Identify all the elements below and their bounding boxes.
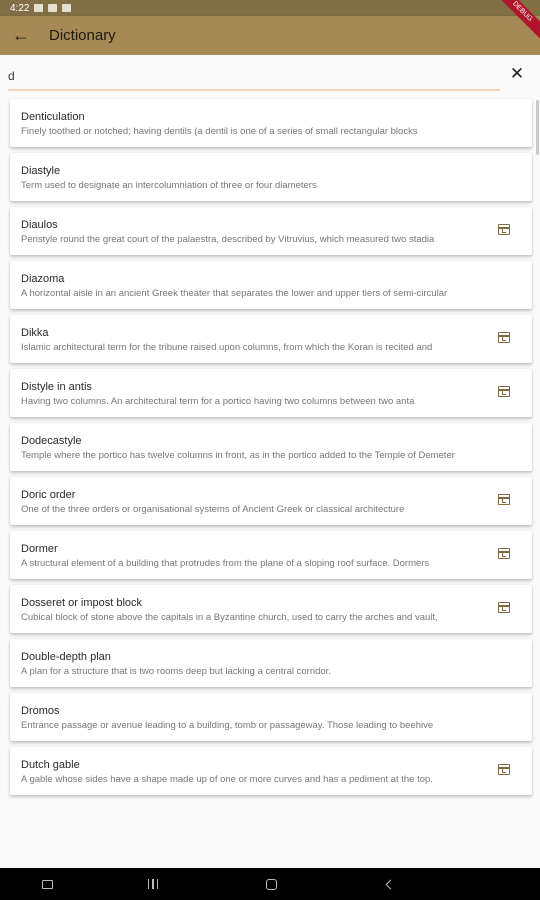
home-icon bbox=[265, 878, 277, 890]
bookmark-calendar-icon[interactable] bbox=[498, 224, 510, 235]
list-item[interactable]: Dromos Entrance passage or avenue leading… bbox=[10, 693, 532, 741]
system-back-button[interactable] bbox=[381, 876, 397, 892]
entry-definition: One of the three orders or organisationa… bbox=[21, 504, 405, 515]
entry-definition: Finely toothed or notched; having dentil… bbox=[21, 126, 418, 137]
debug-banner: DEBUG bbox=[500, 0, 540, 40]
arrow-left-icon: ← bbox=[12, 25, 30, 45]
back-button[interactable]: ← bbox=[1, 16, 41, 55]
entry-term: Dutch gable bbox=[21, 759, 80, 771]
entry-term: Diazoma bbox=[21, 273, 65, 285]
close-icon: ✕ bbox=[509, 64, 525, 83]
list-item[interactable]: Dikka Islamic architectural term for the … bbox=[10, 315, 532, 363]
app-bar: ← Dictionary bbox=[0, 16, 540, 55]
entry-term: Dikka bbox=[21, 327, 49, 339]
entry-definition: Temple where the portico has twelve colu… bbox=[21, 450, 455, 461]
gmail-icon bbox=[62, 4, 72, 12]
entry-term: Dodecastyle bbox=[21, 435, 82, 447]
entry-term: Doric order bbox=[21, 489, 76, 501]
list-item[interactable]: Double-depth plan A plan for a structure … bbox=[10, 639, 532, 687]
list-item[interactable]: Dutch gable A gable whose sides have a sh… bbox=[10, 747, 532, 795]
bookmark-calendar-icon[interactable] bbox=[498, 494, 510, 505]
entry-term: Diaulos bbox=[21, 219, 58, 231]
entry-definition: Term used to designate an intercolumniat… bbox=[21, 180, 317, 191]
status-time: 4:22 bbox=[10, 2, 30, 14]
entry-term: Dormer bbox=[21, 543, 58, 555]
status-bar: 4:22 bbox=[0, 0, 540, 16]
recents-icon bbox=[148, 879, 158, 889]
entry-term: Dromos bbox=[21, 705, 60, 717]
bookmark-calendar-icon[interactable] bbox=[498, 548, 510, 559]
entry-term: Denticulation bbox=[21, 111, 85, 123]
recents-button[interactable] bbox=[145, 876, 161, 892]
list-item[interactable]: Doric order One of the three orders or or… bbox=[10, 477, 532, 525]
bookmark-calendar-icon[interactable] bbox=[498, 602, 510, 613]
entry-definition: Having two columns. An architectural ter… bbox=[21, 396, 415, 407]
entry-term: Distyle in antis bbox=[21, 381, 92, 393]
keyboard-switch-button[interactable] bbox=[39, 876, 55, 892]
clear-search-button[interactable]: ✕ bbox=[506, 63, 528, 85]
system-nav-bar bbox=[0, 868, 540, 900]
scrollbar[interactable] bbox=[536, 100, 539, 155]
entry-definition: A gable whose sides have a shape made up… bbox=[21, 774, 433, 785]
entry-definition: A plan for a structure that is two rooms… bbox=[21, 666, 331, 677]
bookmark-calendar-icon[interactable] bbox=[498, 764, 510, 775]
entry-term: Diastyle bbox=[21, 165, 61, 177]
dictionary-list: Denticulation Finely toothed or notched; … bbox=[10, 99, 532, 801]
list-item[interactable]: Diazoma A horizontal aisle in an ancient … bbox=[10, 261, 532, 309]
entry-definition: A horizontal aisle in an ancient Greek t… bbox=[21, 288, 448, 299]
entry-definition: A structural element of a building that … bbox=[21, 558, 430, 569]
bookmark-calendar-icon[interactable] bbox=[498, 332, 510, 343]
entry-definition: Peristyle round the great court of the p… bbox=[21, 234, 435, 245]
search-input[interactable] bbox=[8, 65, 498, 87]
search-underline bbox=[8, 89, 500, 91]
list-item[interactable]: Dormer A structural element of a building… bbox=[10, 531, 532, 579]
entry-term: Double-depth plan bbox=[21, 651, 111, 663]
list-item[interactable]: Distyle in antis Having two columns. An a… bbox=[10, 369, 532, 417]
list-item[interactable]: Dosseret or impost block Cubical block of… bbox=[10, 585, 532, 633]
media-icon bbox=[48, 4, 58, 12]
entry-definition: Cubical block of stone above the capital… bbox=[21, 612, 438, 623]
list-item[interactable]: Denticulation Finely toothed or notched; … bbox=[10, 99, 532, 147]
home-button[interactable] bbox=[263, 876, 279, 892]
page-title: Dictionary bbox=[49, 27, 116, 44]
list-item[interactable]: Dodecastyle Temple where the portico has … bbox=[10, 423, 532, 471]
list-item[interactable]: Diastyle Term used to designate an interc… bbox=[10, 153, 532, 201]
back-icon bbox=[385, 879, 396, 889]
entry-definition: Entrance passage or avenue leading to a … bbox=[21, 720, 434, 731]
bookmark-calendar-icon[interactable] bbox=[498, 386, 510, 397]
debug-banner-label: DEBUG bbox=[500, 0, 540, 40]
entry-definition: Islamic architectural term for the tribu… bbox=[21, 342, 433, 353]
search-bar: ✕ bbox=[0, 55, 540, 99]
entry-term: Dosseret or impost block bbox=[21, 597, 143, 609]
notification-icon bbox=[34, 4, 44, 12]
keyboard-icon bbox=[41, 879, 53, 889]
list-item[interactable]: Diaulos Peristyle round the great court o… bbox=[10, 207, 532, 255]
